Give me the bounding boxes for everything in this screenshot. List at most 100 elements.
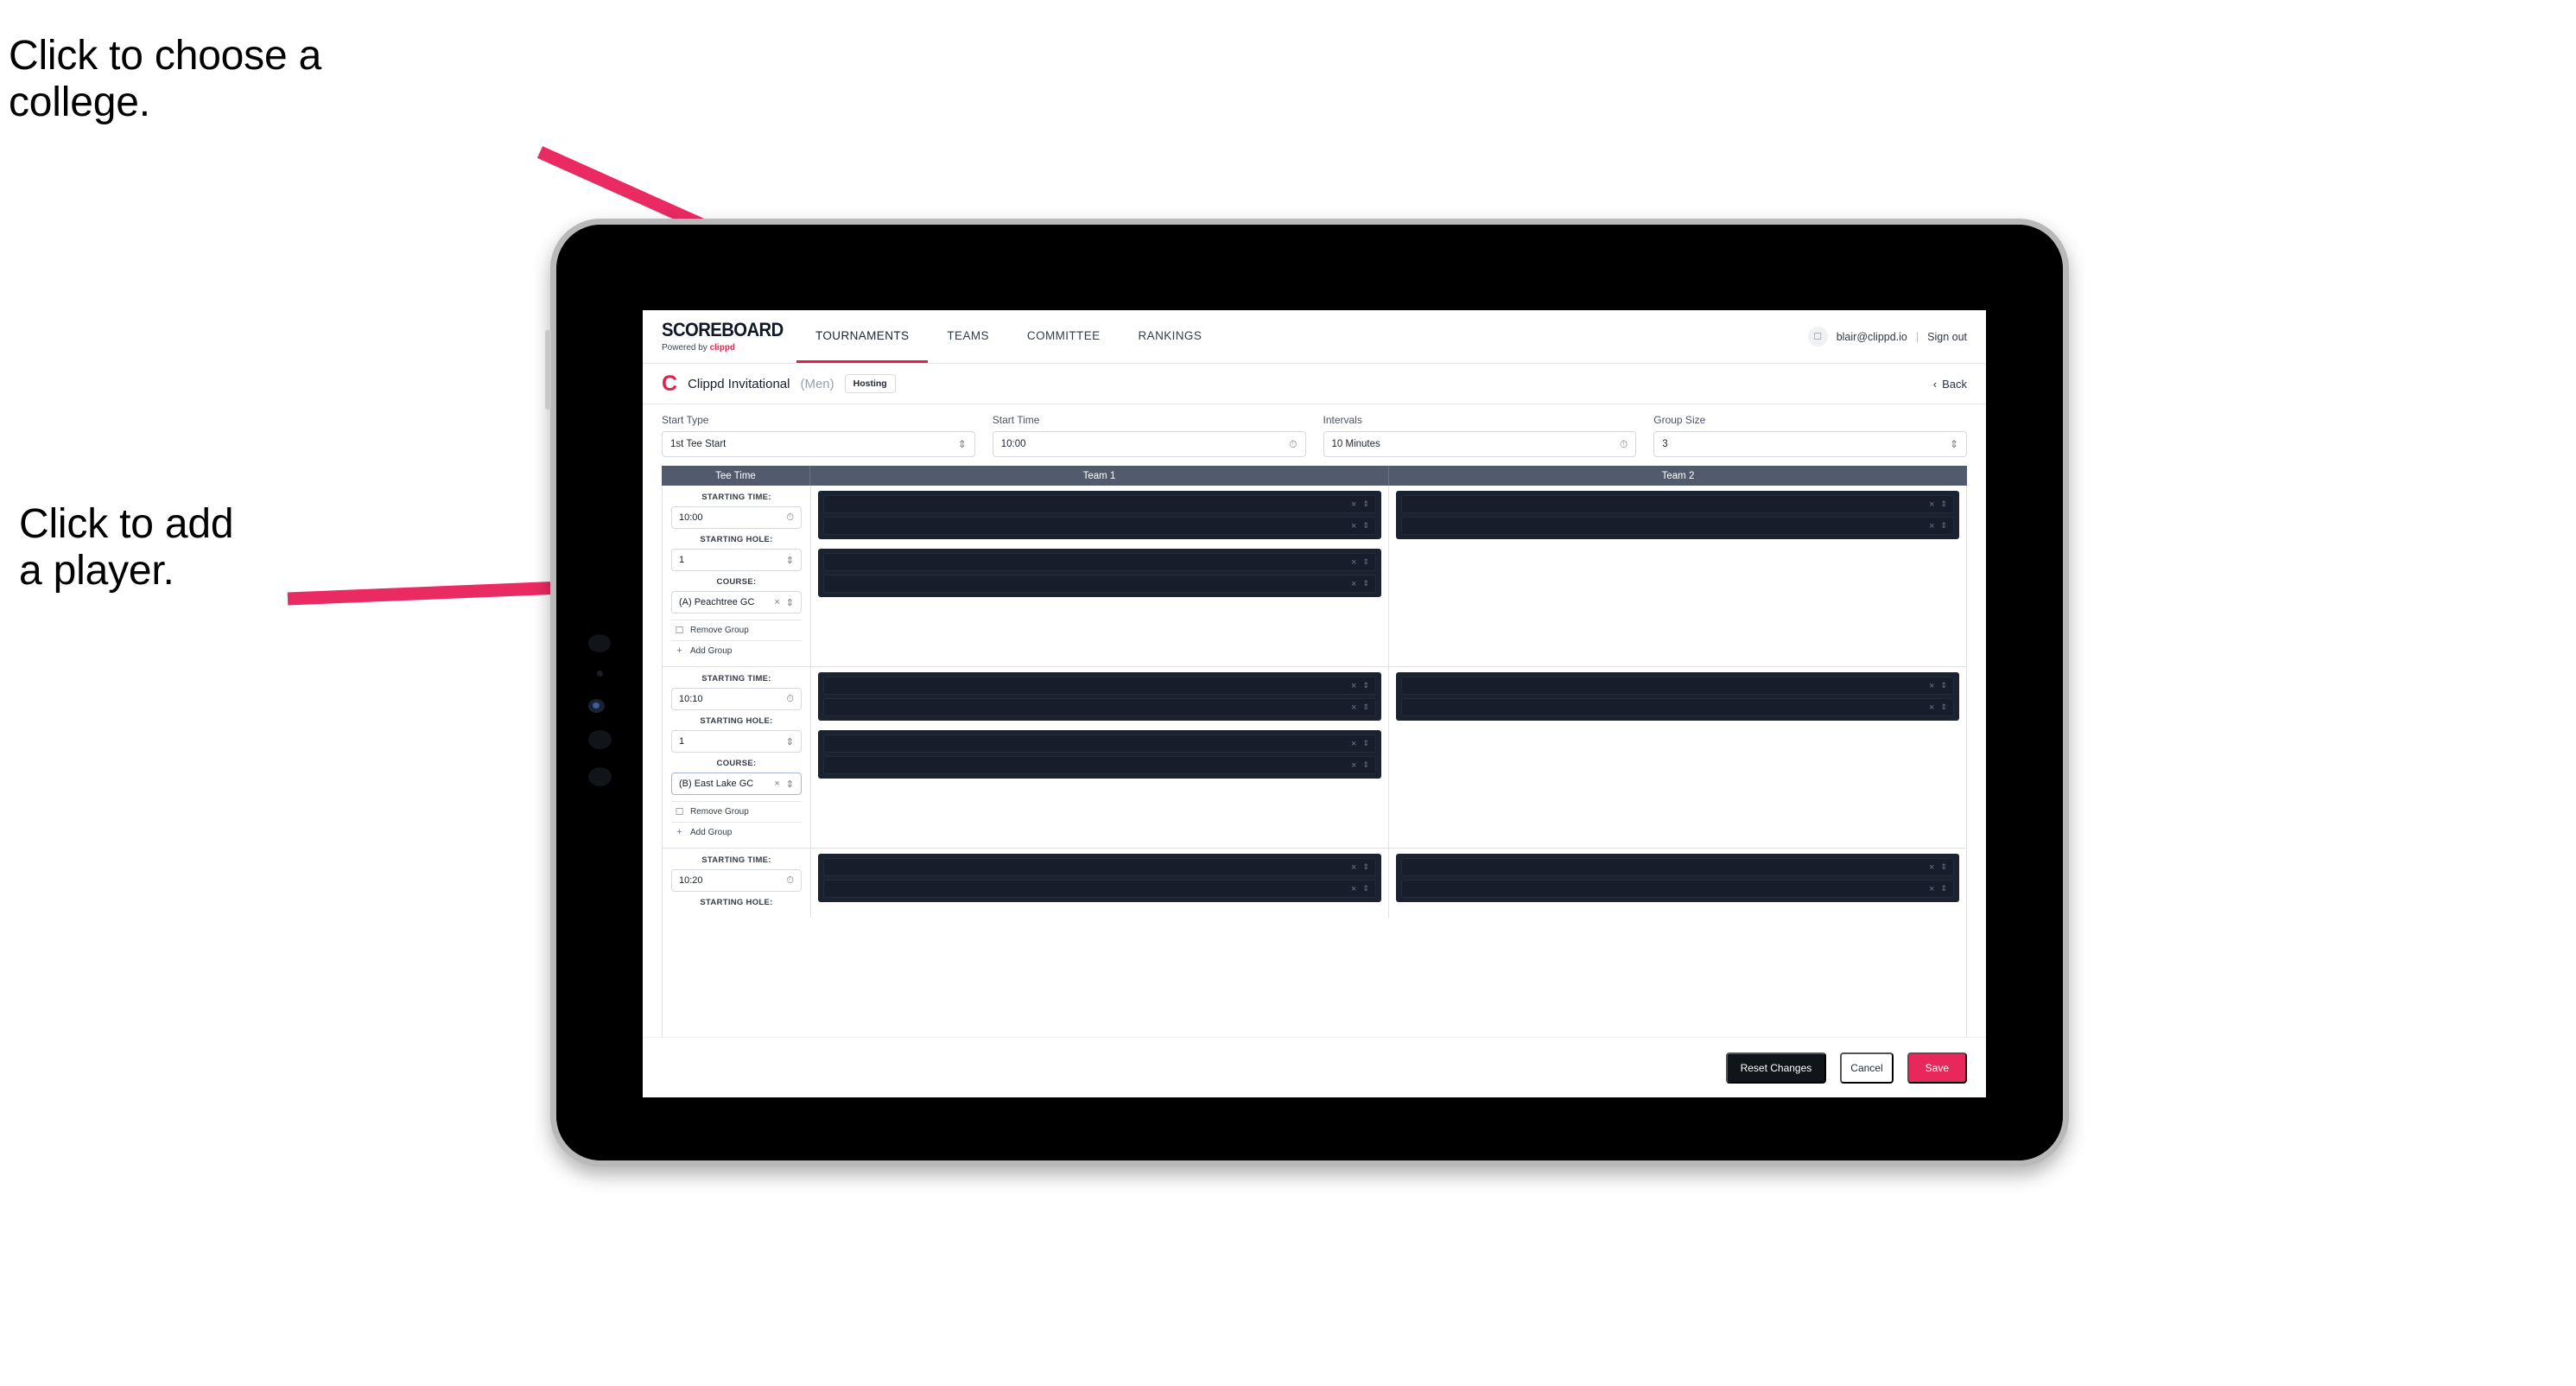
nav-tab-rankings[interactable]: RANKINGS [1120,310,1221,363]
chevron-updown-icon[interactable]: ⇕ [1362,863,1369,871]
chevron-updown-icon[interactable]: ⇕ [1362,580,1369,588]
chevron-updown-icon[interactable]: ⇕ [786,597,794,608]
close-x-icon[interactable]: × [1351,579,1356,589]
chevron-updown-icon[interactable]: ⇕ [1940,863,1947,871]
chevron-updown-icon[interactable]: ⇕ [1362,740,1369,747]
close-x-icon[interactable]: × [1929,681,1934,691]
nav-tab-teams[interactable]: TEAMS [928,310,1008,363]
add-group-button[interactable]: + Add Group [671,640,802,660]
brand-logo[interactable]: SCOREBOARD Powered by clippd [643,310,796,363]
close-x-icon[interactable]: × [1351,862,1356,873]
player-slot[interactable]: × ⇕ [823,756,1376,774]
close-x-icon[interactable]: × [1351,739,1356,749]
starting-hole-input[interactable]: 1 ⇕ [671,549,802,571]
player-slot[interactable]: × ⇕ [1401,880,1954,898]
course-select[interactable]: (A) Peachtree GC × ⇕ [671,591,802,614]
player-slot[interactable]: × ⇕ [823,575,1376,593]
course-select[interactable]: (B) East Lake GC × ⇕ [671,772,802,795]
chevron-updown-icon[interactable]: ⇕ [1362,703,1369,711]
reset-changes-button[interactable]: Reset Changes [1725,1052,1827,1084]
user-avatar-icon[interactable]: ☐ [1807,327,1828,346]
course-select-value: (B) East Lake GC [679,779,754,789]
cancel-button[interactable]: Cancel [1840,1052,1894,1084]
clock-icon[interactable]: ⏱ [786,512,794,524]
tablet-power-button[interactable] [545,330,551,410]
player-slot[interactable]: × ⇕ [823,734,1376,753]
chevron-updown-icon[interactable]: ⇕ [1940,522,1947,530]
chevron-updown-icon[interactable]: ⇕ [1940,885,1947,893]
close-x-icon[interactable]: × [1351,703,1356,713]
tee-time-row: STARTING TIME: 10:20 ⏱ STARTING HOLE: × ⇕ × ⇕ × ⇕… [663,849,1966,918]
player-slot[interactable]: × ⇕ [823,517,1376,535]
add-group-button[interactable]: + Add Group [671,822,802,842]
intervals-input[interactable]: 10 Minutes ⏱ [1323,431,1637,457]
remove-group-button[interactable]: ☐ Remove Group [671,620,802,640]
tablet-sensor-icon [597,671,603,677]
tournament-header: C Clippd Invitational (Men) Hosting ‹ Ba… [643,364,1986,404]
chevron-updown-icon[interactable]: ⇕ [1362,761,1369,769]
chevron-updown-icon[interactable]: ⇕ [786,555,794,566]
player-slot[interactable]: × ⇕ [823,858,1376,876]
remove-group-button[interactable]: ☐ Remove Group [671,801,802,822]
player-slot[interactable]: × ⇕ [823,698,1376,716]
starting-time-label: STARTING TIME: [701,855,771,865]
trash-icon: ☐ [675,626,684,636]
group-size-select[interactable]: 3 ⇕ [1653,431,1967,457]
close-x-icon[interactable]: × [1929,884,1934,894]
chevron-updown-icon[interactable]: ⇕ [1940,500,1947,508]
close-x-icon[interactable]: × [1351,521,1356,531]
nav-tab-committee[interactable]: COMMITTEE [1008,310,1120,363]
chevron-updown-icon[interactable]: ⇕ [786,736,794,747]
starting-hole-input-value: 1 [679,736,685,747]
player-slot[interactable]: × ⇕ [1401,698,1954,716]
chevron-updown-icon[interactable]: ⇕ [1362,885,1369,893]
close-x-icon[interactable]: × [1929,703,1934,713]
chevron-updown-icon[interactable]: ⇕ [1940,682,1947,690]
player-slot[interactable]: × ⇕ [823,495,1376,513]
player-slot[interactable]: × ⇕ [1401,677,1954,695]
control-group-size: Group Size 3 ⇕ [1653,414,1967,457]
player-slot[interactable]: × ⇕ [823,880,1376,898]
back-button[interactable]: ‹ Back [1933,378,1967,391]
close-x-icon[interactable]: × [1351,884,1356,894]
clock-icon: ⏱ [1619,437,1628,450]
close-x-icon[interactable]: × [774,779,779,789]
close-x-icon[interactable]: × [774,597,779,607]
sign-out-link[interactable]: Sign out [1927,331,1967,343]
player-group: × ⇕ × ⇕ [818,491,1381,539]
add-group-label: Add Group [690,827,733,837]
chevron-updown-icon[interactable]: ⇕ [1362,500,1369,508]
start-time-input[interactable]: 10:00 ⏱ [992,431,1306,457]
hosting-badge[interactable]: Hosting [844,374,896,393]
starting-time-input[interactable]: 10:00 ⏱ [671,506,802,529]
chevron-left-icon: ‹ [1932,377,1938,391]
starting-time-input[interactable]: 10:20 ⏱ [671,869,802,892]
start-type-select[interactable]: 1st Tee Start ⇕ [662,431,975,457]
save-button[interactable]: Save [1907,1052,1967,1084]
starting-hole-input[interactable]: 1 ⇕ [671,730,802,753]
chevron-updown-icon[interactable]: ⇕ [786,779,794,790]
nav-tab-tournaments[interactable]: TOURNAMENTS [796,310,929,363]
clock-icon[interactable]: ⏱ [786,694,794,705]
web-app-screen: SCOREBOARD Powered by clippd TOURNAMENTS… [643,310,1986,1097]
chevron-updown-icon[interactable]: ⇕ [1940,703,1947,711]
nav-tabs: TOURNAMENTS TEAMS COMMITTEE RANKINGS [796,310,1221,363]
close-x-icon[interactable]: × [1929,862,1934,873]
player-slot[interactable]: × ⇕ [823,677,1376,695]
clock-icon[interactable]: ⏱ [786,875,794,887]
player-slot[interactable]: × ⇕ [1401,858,1954,876]
starting-time-input[interactable]: 10:10 ⏱ [671,688,802,710]
player-slot[interactable]: × ⇕ [1401,495,1954,513]
close-x-icon[interactable]: × [1351,760,1356,771]
chevron-updown-icon[interactable]: ⇕ [1362,522,1369,530]
close-x-icon[interactable]: × [1929,521,1934,531]
close-x-icon[interactable]: × [1351,499,1356,510]
tablet-speaker-hole-icon [588,730,612,749]
close-x-icon[interactable]: × [1929,499,1934,510]
close-x-icon[interactable]: × [1351,557,1356,568]
chevron-updown-icon[interactable]: ⇕ [1362,558,1369,566]
player-slot[interactable]: × ⇕ [823,553,1376,571]
chevron-updown-icon[interactable]: ⇕ [1362,682,1369,690]
close-x-icon[interactable]: × [1351,681,1356,691]
player-slot[interactable]: × ⇕ [1401,517,1954,535]
